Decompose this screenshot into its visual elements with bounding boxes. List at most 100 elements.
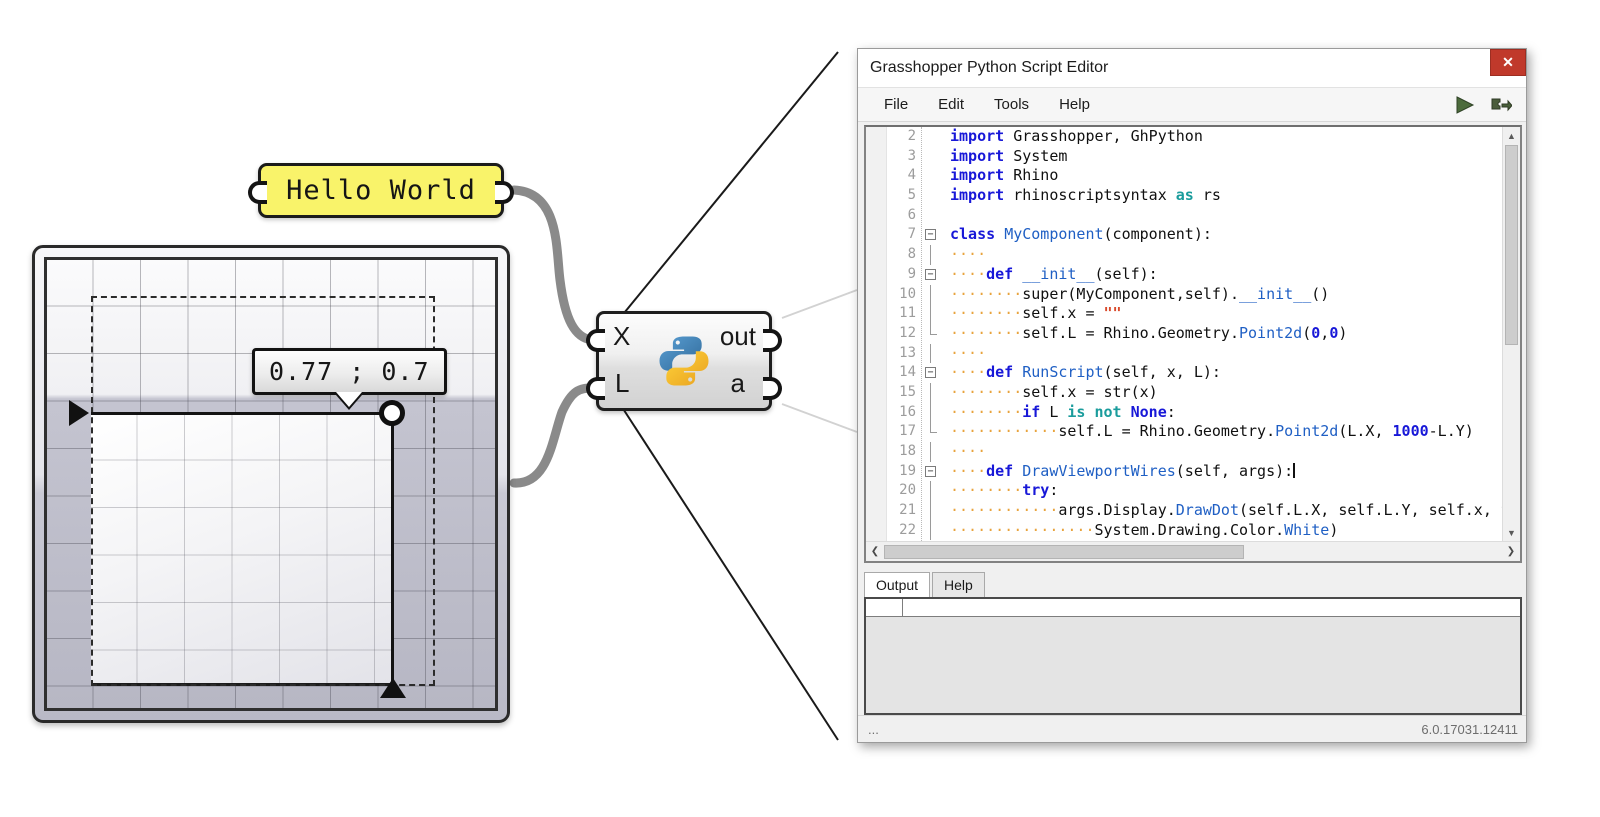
code-token: ···· <box>950 442 986 460</box>
code-line[interactable]: ···· <box>950 442 1502 462</box>
md-slider-handle[interactable] <box>379 400 405 426</box>
scroll-left-icon[interactable]: ❮ <box>866 542 884 561</box>
menu-tools[interactable]: Tools <box>982 92 1041 117</box>
panel-text: Hello World <box>286 175 476 206</box>
fold-line <box>930 403 931 423</box>
code-line[interactable]: ················System.Drawing.Color.Whi… <box>950 521 1502 541</box>
line-number: 20 <box>887 481 916 501</box>
code-token: Point2d <box>1239 324 1302 342</box>
output-tabs[interactable]: Output Help <box>864 571 1522 597</box>
fold-collapse-icon[interactable]: − <box>925 367 936 378</box>
code-editor-pane[interactable]: 2345678910111213141516171819202122 −−−− … <box>864 125 1522 563</box>
fold-collapse-icon[interactable]: − <box>925 229 936 240</box>
vscroll-thumb[interactable] <box>1505 145 1518 345</box>
code-token: 1000 <box>1393 422 1429 440</box>
code-token: -L.Y) <box>1429 422 1474 440</box>
code-line[interactable]: import rhinoscriptsyntax as rs <box>950 186 1502 206</box>
code-horizontal-scrollbar[interactable]: ❮ ❯ <box>866 541 1520 561</box>
fold-cell <box>922 285 944 305</box>
fold-line <box>930 501 931 521</box>
code-line[interactable]: ········super(MyComponent,self).__init__… <box>950 285 1502 305</box>
panel-component[interactable]: Hello World <box>258 163 504 218</box>
code-token: self.x = str(x) <box>1022 383 1157 401</box>
line-number: 18 <box>887 442 916 462</box>
scroll-right-icon[interactable]: ❯ <box>1502 542 1520 561</box>
component-export-icon[interactable] <box>1490 95 1512 115</box>
fold-collapse-icon[interactable]: − <box>925 269 936 280</box>
menu-help[interactable]: Help <box>1047 92 1102 117</box>
code-line[interactable]: import Grasshopper, GhPython <box>950 127 1502 147</box>
code-line[interactable]: ········if L is not None: <box>950 403 1502 423</box>
md-slider-component[interactable] <box>32 245 510 723</box>
code-line[interactable]: ············args.Display.DrawDot(self.L.… <box>950 501 1502 521</box>
md-slider-field[interactable] <box>44 257 498 711</box>
script-editor-window[interactable]: Grasshopper Python Script Editor ✕ File … <box>857 48 1527 743</box>
code-line[interactable]: ···· <box>950 344 1502 364</box>
python-input-port-l[interactable] <box>586 377 605 400</box>
code-line[interactable]: import System <box>950 147 1502 167</box>
code-token: 0 <box>1329 324 1338 342</box>
fold-cell[interactable]: − <box>922 265 944 285</box>
run-script-icon[interactable] <box>1454 96 1476 114</box>
hscroll-thumb[interactable] <box>884 545 1244 559</box>
code-fold-gutter[interactable]: − − − − <box>921 127 944 541</box>
code-line[interactable]: ········self.L = Rhino.Geometry.Point2d(… <box>950 324 1502 344</box>
fold-cell[interactable]: − <box>922 363 944 383</box>
menu-file[interactable]: File <box>872 92 920 117</box>
code-text[interactable]: import Grasshopper, GhPythonimport Syste… <box>944 127 1502 541</box>
code-token: rhinoscriptsyntax <box>1004 186 1176 204</box>
code-line[interactable]: ········self.x = "" <box>950 304 1502 324</box>
fold-collapse-icon[interactable]: − <box>925 466 936 477</box>
text-cursor <box>1293 463 1295 478</box>
output-content-box[interactable] <box>864 597 1522 715</box>
code-token: (component): <box>1104 225 1212 243</box>
code-token <box>1013 462 1022 480</box>
fold-cell <box>922 521 944 541</box>
fold-cell[interactable]: − <box>922 462 944 482</box>
tab-output[interactable]: Output <box>864 572 930 598</box>
code-line[interactable]: import Rhino <box>950 166 1502 186</box>
code-token: ) <box>1338 324 1347 342</box>
code-line[interactable]: ····def DrawViewportWires(self, args): <box>950 462 1502 482</box>
code-token: ········ <box>950 285 1022 303</box>
code-line[interactable]: class MyComponent(component): <box>950 225 1502 245</box>
fold-line <box>930 521 931 541</box>
fold-line <box>930 344 931 364</box>
fold-cell <box>922 166 944 186</box>
fold-cell[interactable]: − <box>922 225 944 245</box>
scroll-down-icon[interactable]: ▼ <box>1503 524 1520 541</box>
code-line[interactable]: ···· <box>950 245 1502 265</box>
md-slider-value-tooltip: 0.77 ; 0.7 <box>252 348 447 395</box>
python-input-port-x[interactable] <box>586 329 605 352</box>
close-button[interactable]: ✕ <box>1490 49 1526 76</box>
editor-titlebar[interactable]: Grasshopper Python Script Editor ✕ <box>858 49 1526 88</box>
output-header-cell <box>866 599 903 616</box>
code-line[interactable]: ········self.x = str(x) <box>950 383 1502 403</box>
code-token: class <box>950 225 995 243</box>
editor-statusbar: ... 6.0.17031.12411 <box>858 715 1526 742</box>
python-component[interactable]: X L out a <box>596 311 772 411</box>
menu-edit[interactable]: Edit <box>926 92 976 117</box>
code-line[interactable]: ············self.L = Rhino.Geometry.Poin… <box>950 422 1502 442</box>
code-surface[interactable]: 2345678910111213141516171819202122 −−−− … <box>866 127 1502 541</box>
code-token: def <box>986 363 1013 381</box>
code-line[interactable] <box>950 206 1502 226</box>
panel-input-port[interactable] <box>248 181 267 204</box>
tab-help[interactable]: Help <box>932 572 985 597</box>
code-token: ········ <box>950 481 1022 499</box>
line-number: 2 <box>887 127 916 147</box>
grasshopper-canvas[interactable]: Hello World 0.77 ; 0.7 <box>0 0 860 817</box>
md-slider-marker-bottom <box>380 678 406 698</box>
code-vertical-scrollbar[interactable]: ▲ ▼ <box>1502 127 1520 541</box>
editor-menubar[interactable]: File Edit Tools Help <box>858 88 1526 122</box>
line-number: 14 <box>887 363 916 383</box>
code-token: import <box>950 127 1004 145</box>
scroll-up-icon[interactable]: ▲ <box>1503 127 1520 144</box>
output-panel[interactable]: Output Help <box>864 571 1522 715</box>
code-line[interactable]: ········try: <box>950 481 1502 501</box>
code-token: ( <box>1302 324 1311 342</box>
code-line[interactable]: ····def __init__(self): <box>950 265 1502 285</box>
code-line[interactable]: ····def RunScript(self, x, L): <box>950 363 1502 383</box>
code-token: rs <box>1194 186 1221 204</box>
code-token: ···· <box>950 245 986 263</box>
